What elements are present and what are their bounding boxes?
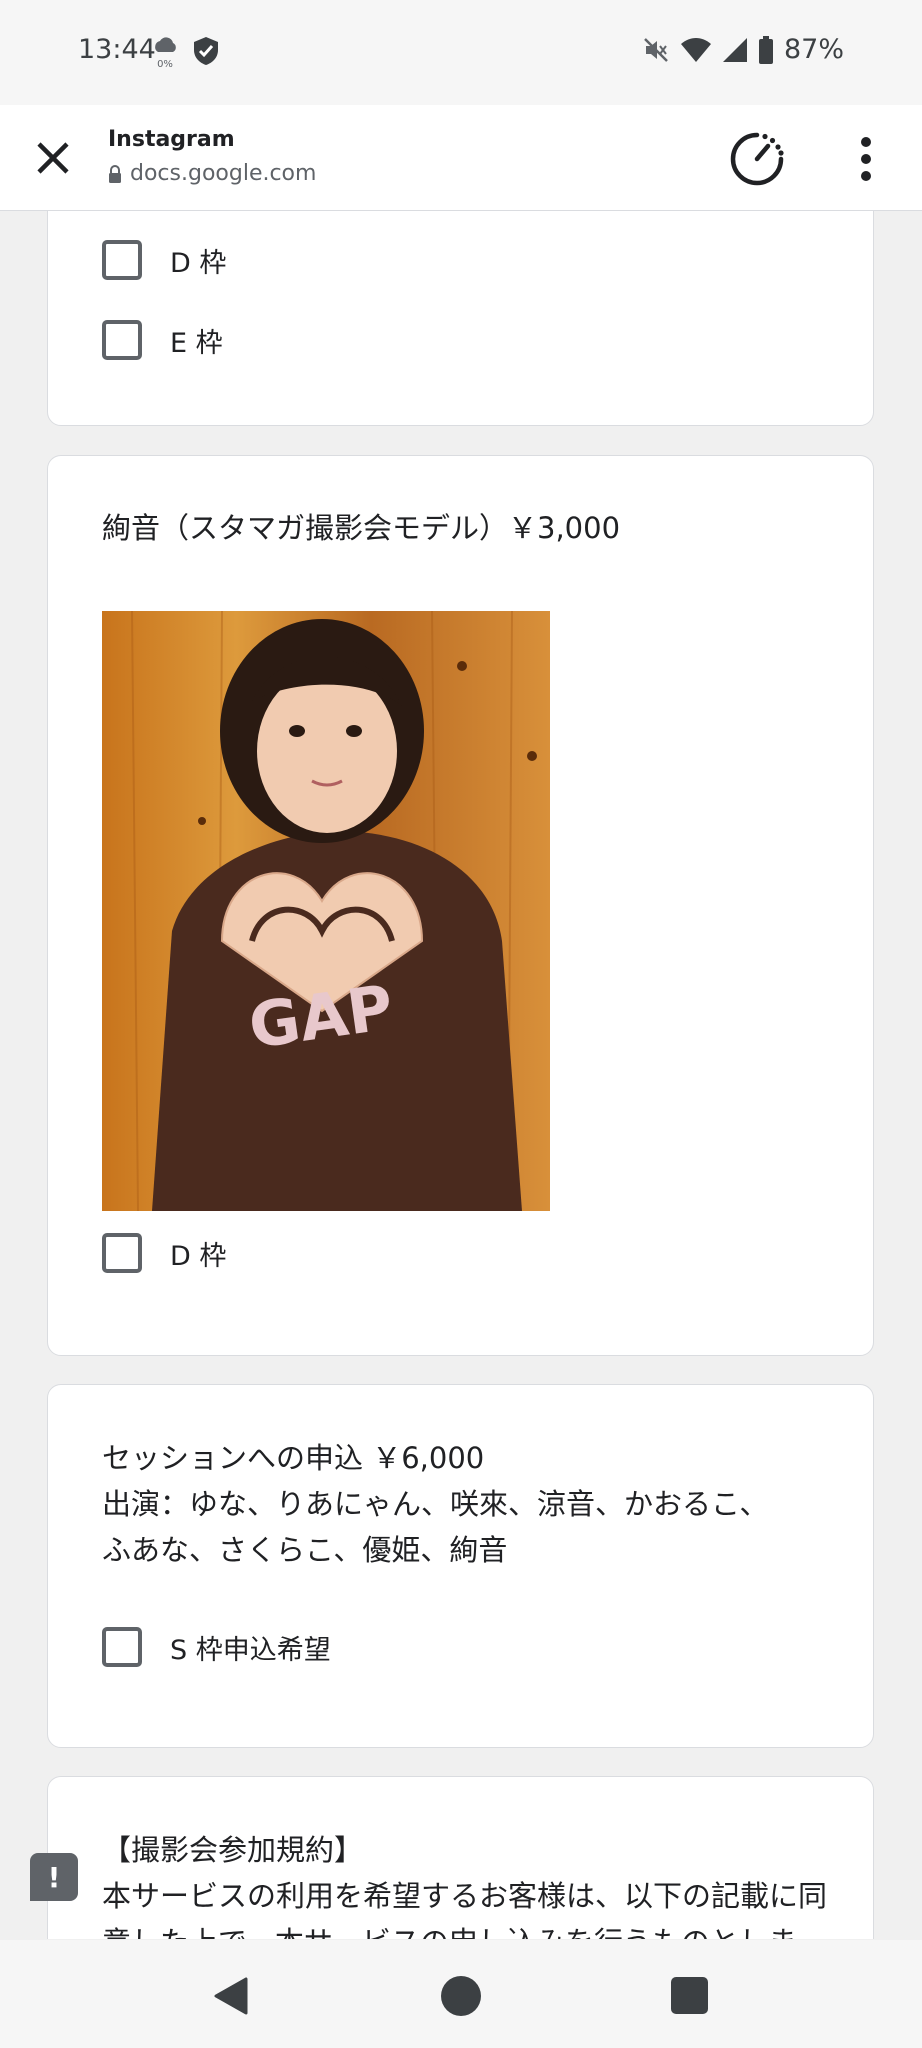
- signal-icon: [722, 37, 748, 63]
- feedback-icon: !: [47, 1860, 61, 1894]
- url-text: docs.google.com: [130, 161, 317, 186]
- system-nav-bar: [0, 1940, 922, 2048]
- terms-heading: 【撮影会参加規約】: [102, 1833, 364, 1867]
- shield-icon: [192, 36, 220, 66]
- question-card: 絢音（スタマガ撮影会モデル）￥3,000 GAP D 枠: [47, 455, 874, 1356]
- status-bar: 13:44 0% 87%: [0, 0, 922, 105]
- mute-icon: [642, 36, 670, 64]
- checkbox-option[interactable]: D 枠: [102, 1233, 226, 1273]
- question-title-line: 出演：ゆな、りあにゃん、咲來、涼音、かおるこ、: [102, 1487, 769, 1521]
- question-card: D 枠 E 枠: [47, 211, 874, 426]
- option-label: S 枠申込希望: [170, 1634, 331, 1666]
- back-triangle-icon: [214, 1977, 248, 2015]
- option-label: D 枠: [170, 247, 227, 279]
- option-label: D 枠: [170, 1240, 227, 1272]
- wifi-icon: [680, 37, 712, 63]
- checkbox[interactable]: [102, 1627, 142, 1667]
- lock-icon: [109, 164, 121, 183]
- url-display[interactable]: docs.google.com: [108, 161, 316, 186]
- checkbox-option[interactable]: S 枠申込希望: [102, 1627, 331, 1667]
- terms-card: 【撮影会参加規約】 本サービスの利用を希望するお客様は、以下の記載に同 意した上…: [47, 1776, 874, 1939]
- status-time: 13:44: [78, 34, 156, 65]
- option-label: E 枠: [170, 327, 223, 359]
- question-title: セッションへの申込 ￥6,000 出演：ゆな、りあにゃん、咲來、涼音、かおるこ、…: [102, 1435, 768, 1573]
- model-photo: GAP: [102, 611, 550, 1211]
- home-button[interactable]: [441, 1976, 481, 2016]
- checkbox[interactable]: [102, 320, 142, 360]
- form-content[interactable]: D 枠 E 枠 絢音（スタマガ撮影会モデル）￥3,000 GAP D 枠 セッシ…: [0, 211, 922, 1939]
- question-title-line: ふあな、さくらこ、優姫、絢音: [102, 1533, 508, 1567]
- cloud-icon: 0%: [150, 36, 180, 70]
- terms-line: 本サービスの利用を希望するお客様は、以下の記載に同: [102, 1879, 828, 1913]
- timer-icon: [730, 132, 784, 186]
- checkbox-option[interactable]: E 枠: [102, 320, 223, 360]
- close-button[interactable]: [28, 133, 78, 183]
- question-card: セッションへの申込 ￥6,000 出演：ゆな、りあにゃん、咲來、涼音、かおるこ、…: [47, 1384, 874, 1748]
- more-vert-icon: [861, 137, 871, 147]
- browser-header: Instagram docs.google.com: [0, 105, 922, 211]
- recents-button[interactable]: [671, 1977, 708, 2014]
- page-insights-button[interactable]: [728, 130, 786, 188]
- question-title-line: セッションへの申込 ￥6,000: [102, 1441, 485, 1475]
- overflow-menu-button[interactable]: [846, 133, 886, 185]
- close-icon: [37, 142, 69, 174]
- checkbox[interactable]: [102, 1233, 142, 1273]
- checkbox-option[interactable]: D 枠: [102, 240, 226, 280]
- data-saver-label: 0%: [157, 59, 173, 70]
- back-button[interactable]: [212, 1976, 252, 2016]
- page-title: Instagram: [108, 127, 235, 152]
- question-title: 絢音（スタマガ撮影会モデル）￥3,000: [102, 511, 621, 545]
- terms-text: 【撮影会参加規約】 本サービスの利用を希望するお客様は、以下の記載に同 意した上…: [102, 1827, 827, 1939]
- checkbox[interactable]: [102, 240, 142, 280]
- terms-line: 意した上で、本サービスの申し込みを行うものとしま: [102, 1919, 827, 1939]
- battery-percent: 87%: [783, 34, 844, 65]
- feedback-button[interactable]: !: [30, 1853, 78, 1901]
- battery-icon: [758, 35, 774, 64]
